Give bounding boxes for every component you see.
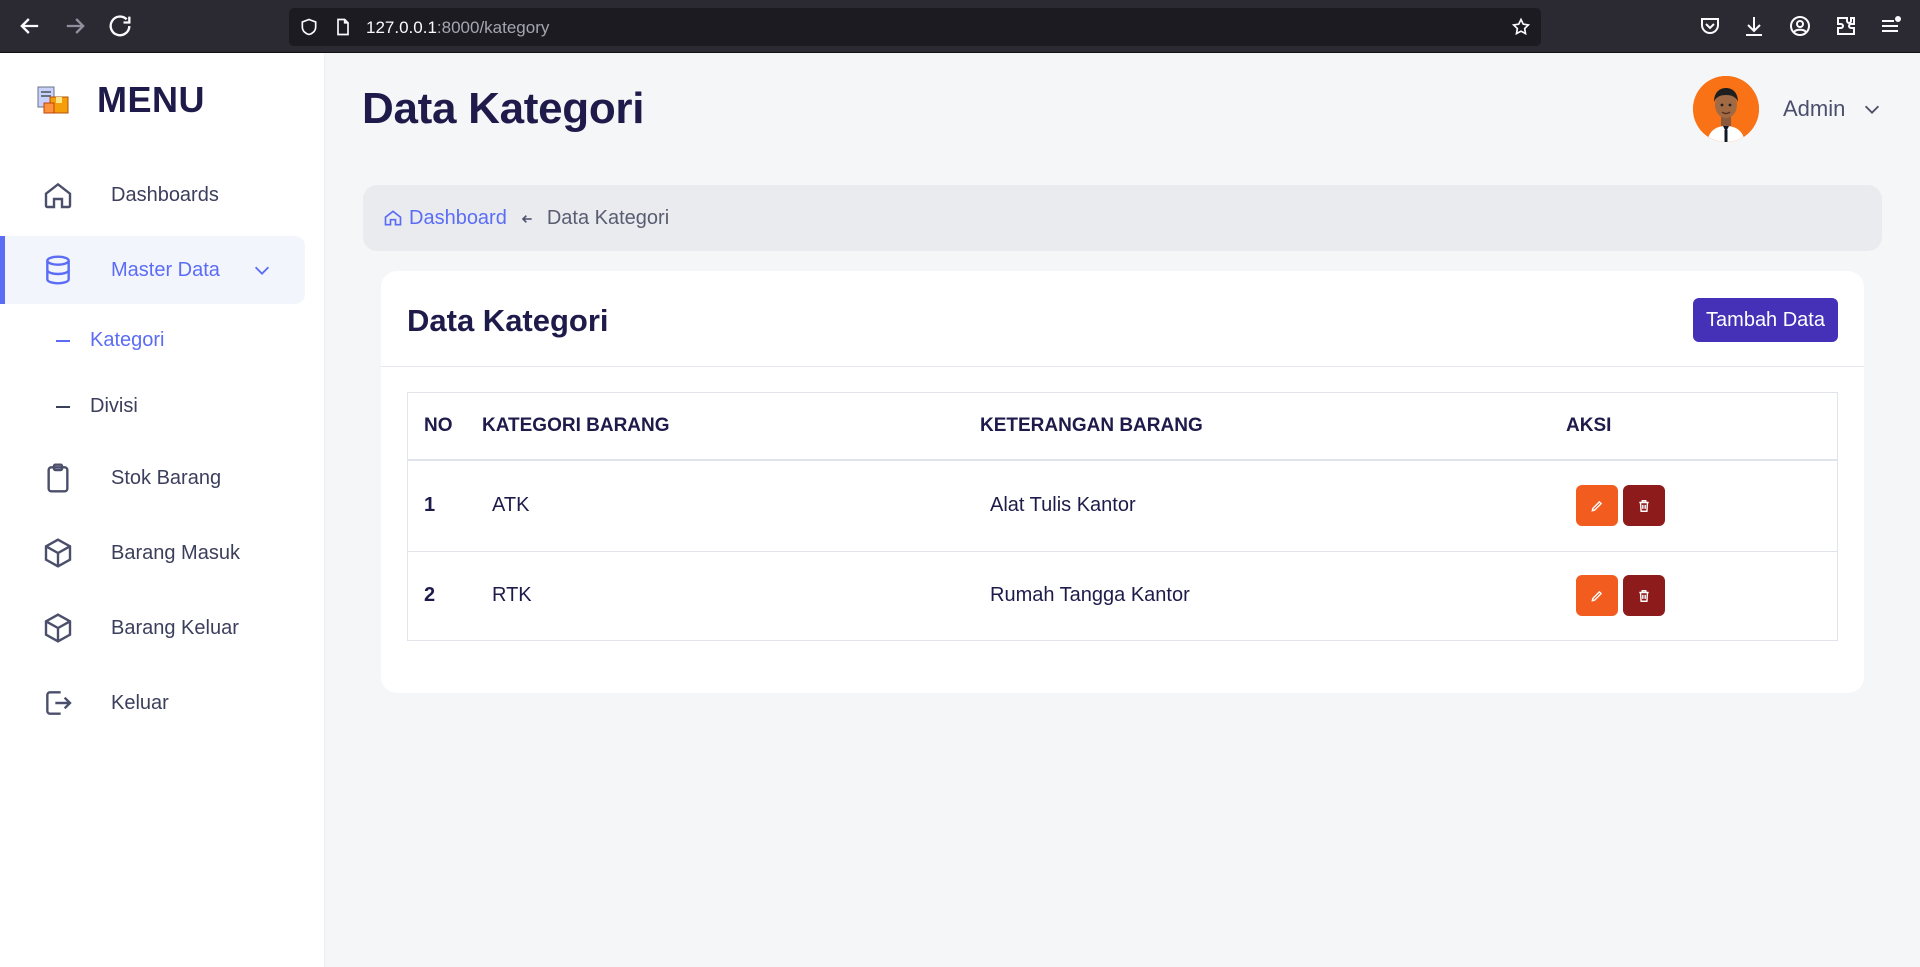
trash-icon (1639, 499, 1649, 512)
extensions-icon[interactable] (1834, 14, 1858, 38)
pocket-icon[interactable] (1698, 14, 1722, 38)
column-header-no: NO (408, 393, 482, 461)
page-icon (333, 17, 353, 37)
cell-aksi (1566, 551, 1837, 640)
sidebar-item-master-data[interactable]: Master Data (0, 236, 305, 304)
chevron-down-icon (251, 259, 273, 281)
card-header: Data Kategori Tambah Data (381, 271, 1864, 367)
sidebar-item-barang-keluar[interactable]: Barang Keluar (0, 594, 305, 662)
box-icon (42, 612, 74, 644)
sidebar-item-label: Dashboards (111, 183, 219, 206)
brand[interactable]: MENU (36, 79, 205, 121)
reload-icon[interactable] (106, 12, 134, 40)
sidebar-subitem-kategori[interactable]: Kategori (56, 329, 165, 352)
sidebar-item-dashboards[interactable]: Dashboards (0, 161, 305, 229)
clipboard-icon (42, 462, 74, 494)
table-header-row: NO KATEGORI BARANG KETERANGAN BARANG AKS… (408, 393, 1837, 461)
sidebar-item-keluar[interactable]: Keluar (0, 669, 305, 737)
back-arrow-icon[interactable] (16, 12, 44, 40)
table-row: 1 ATK Alat Tulis Kantor (408, 460, 1837, 552)
cell-aksi (1566, 460, 1837, 552)
card-title: Data Kategori (407, 303, 609, 338)
url-text[interactable]: 127.0.0.1:8000/kategory (366, 18, 549, 38)
sidebar-item-label: Barang Keluar (111, 616, 239, 639)
column-header-aksi: AKSI (1566, 393, 1837, 461)
account-icon[interactable] (1788, 14, 1812, 38)
cell-kategori: ATK (482, 460, 980, 552)
sidebar-item-stok-barang[interactable]: Stok Barang (0, 444, 305, 512)
home-icon[interactable] (383, 208, 403, 228)
sidebar-subitem-label: Divisi (90, 395, 138, 417)
column-header-keterangan: KETERANGAN BARANG (980, 393, 1566, 461)
logout-icon (42, 687, 74, 719)
sidebar-subitem-divisi[interactable]: Divisi (56, 395, 138, 418)
cell-kategori: RTK (492, 584, 532, 607)
cell-keterangan: Rumah Tangga Kantor (990, 584, 1190, 607)
cell-no: 2 (424, 584, 436, 607)
browser-toolbar: 127.0.0.1:8000/kategory (0, 0, 1920, 53)
breadcrumb-current: Data Kategori (546, 206, 670, 229)
user-name[interactable]: Admin (1783, 96, 1845, 122)
breadcrumb: Dashboard Data Kategori (363, 185, 1882, 251)
forward-arrow-icon[interactable] (61, 12, 89, 40)
add-data-button[interactable]: Tambah Data (1693, 298, 1838, 342)
edit-button[interactable] (1576, 485, 1618, 527)
arrow-left-icon (519, 210, 535, 226)
page-title: Data Kategori (362, 84, 645, 133)
delete-button[interactable] (1623, 485, 1665, 527)
sidebar-item-label: Keluar (111, 691, 169, 714)
chevron-down-icon[interactable] (1861, 98, 1883, 120)
dash-icon (56, 405, 70, 408)
edit-button[interactable] (1576, 575, 1618, 617)
column-header-kategori: KATEGORI BARANG (482, 393, 980, 461)
boxes-logo-icon (37, 86, 69, 114)
dash-icon (56, 339, 70, 342)
database-icon (42, 254, 74, 286)
data-card: Data Kategori Tambah Data NO KATEGORI BA… (381, 271, 1864, 693)
download-icon[interactable] (1742, 14, 1766, 38)
trash-icon (1639, 589, 1649, 602)
menu-icon[interactable] (1878, 14, 1902, 38)
url-bar[interactable]: 127.0.0.1:8000/kategory (289, 8, 1541, 46)
delete-button[interactable] (1623, 575, 1665, 617)
sidebar-item-barang-masuk[interactable]: Barang Masuk (0, 519, 305, 587)
sidebar-item-label: Master Data (111, 258, 220, 281)
table-container: NO KATEGORI BARANG KETERANGAN BARANG AKS… (407, 392, 1838, 641)
user-menu[interactable]: Admin (1693, 76, 1883, 142)
cell-no: 1 (408, 460, 482, 552)
bookmark-star-icon[interactable] (1511, 17, 1531, 37)
shield-icon[interactable] (299, 17, 319, 37)
box-icon (42, 537, 74, 569)
brand-title: MENU (97, 79, 205, 120)
sidebar-item-label: Stok Barang (111, 466, 222, 489)
sidebar-subitem-label: Kategori (90, 329, 165, 351)
home-icon (42, 179, 74, 211)
table-row: 2 RTK Rumah Tangga Kantor (408, 551, 1837, 640)
category-table: NO KATEGORI BARANG KETERANGAN BARANG AKS… (408, 393, 1837, 640)
cell-keterangan: Alat Tulis Kantor (980, 460, 1566, 552)
sidebar: MENU Dashboards Master Data Kategori Div… (0, 53, 325, 967)
pencil-icon (1591, 590, 1603, 602)
pencil-icon (1591, 500, 1603, 512)
breadcrumb-link-dashboard[interactable]: Dashboard (409, 207, 507, 230)
avatar[interactable] (1693, 76, 1759, 142)
sidebar-item-label: Barang Masuk (111, 541, 240, 564)
